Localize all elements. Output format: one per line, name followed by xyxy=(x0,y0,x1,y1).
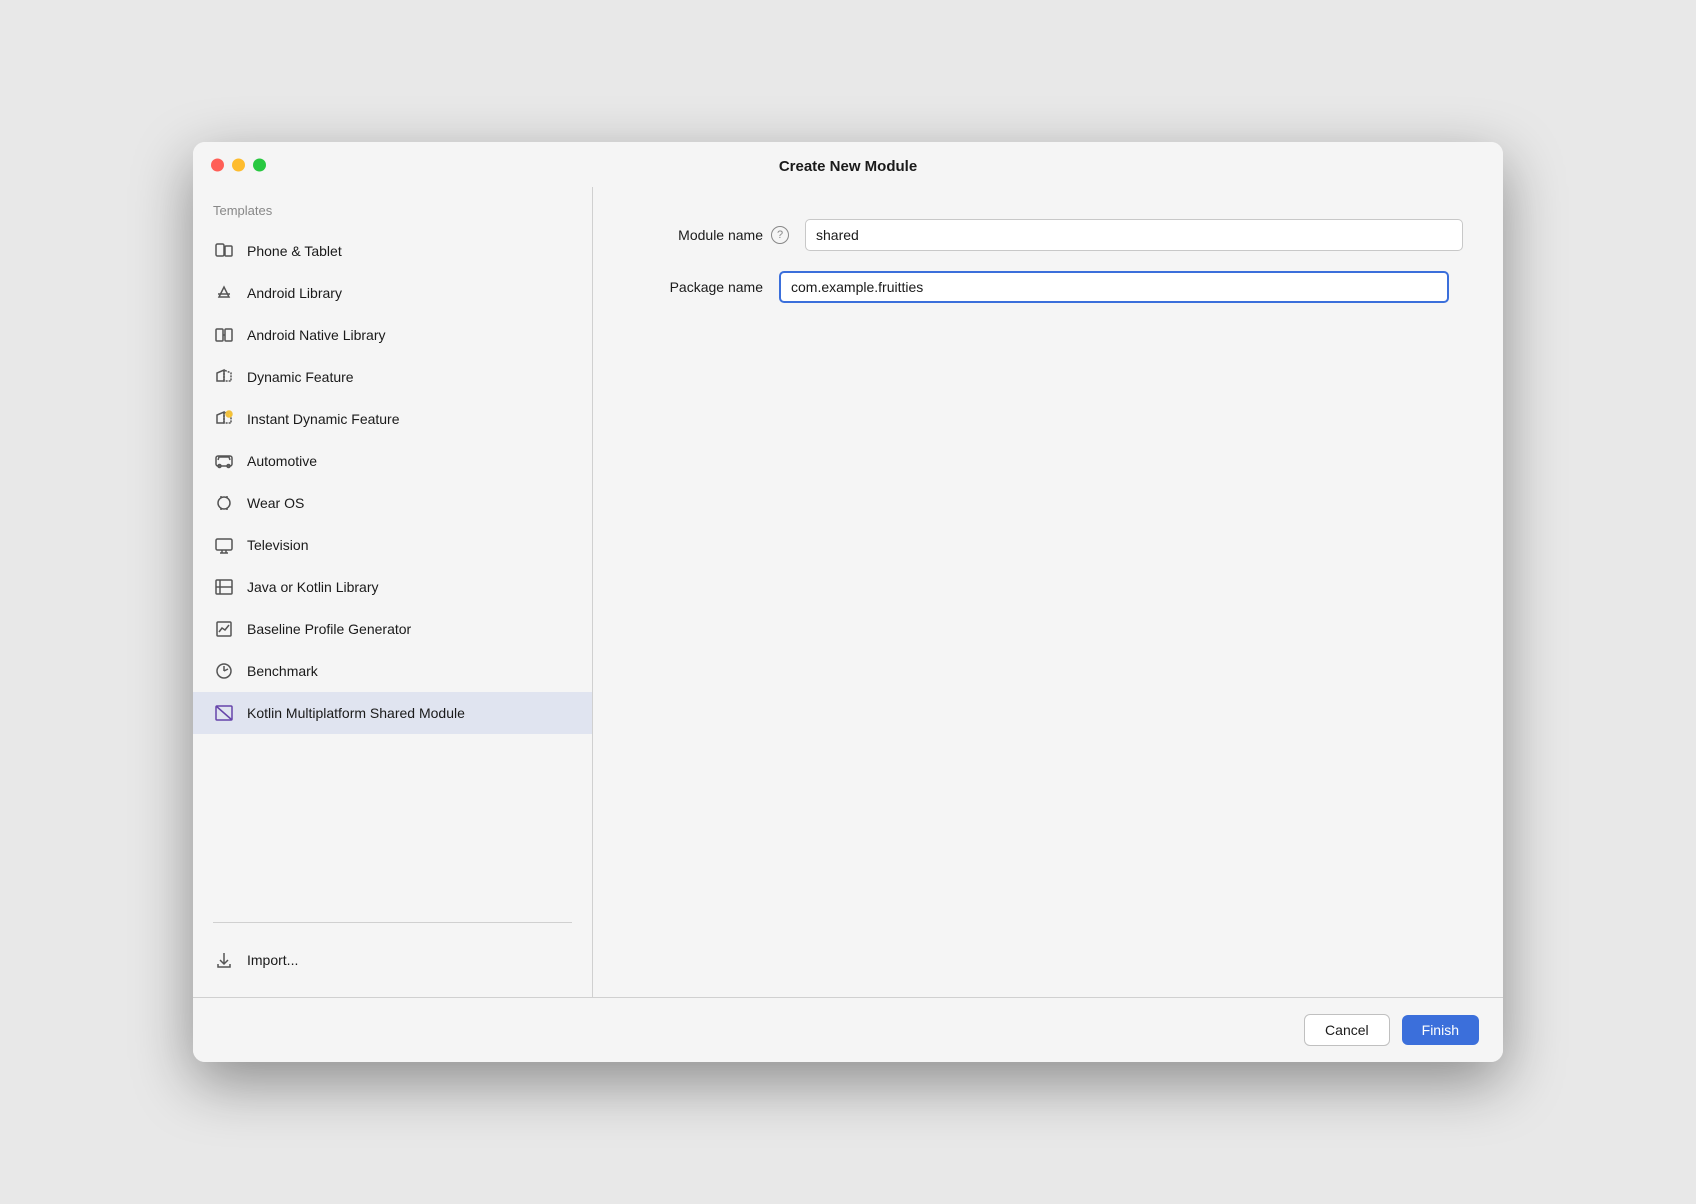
sidebar-item-benchmark-label: Benchmark xyxy=(247,663,318,679)
sidebar-item-import[interactable]: Import... xyxy=(193,939,592,981)
maximize-button[interactable] xyxy=(253,158,266,171)
sidebar-bottom: Import... xyxy=(193,931,592,997)
sidebar-item-television-label: Television xyxy=(247,537,308,553)
sidebar-item-dynamic-feature-label: Dynamic Feature xyxy=(247,369,354,385)
sidebar-item-instant-dynamic-feature[interactable]: ⚡ Instant Dynamic Feature xyxy=(193,398,592,440)
java-kotlin-library-icon xyxy=(213,576,235,598)
templates-label: Templates xyxy=(193,187,592,230)
dynamic-feature-icon xyxy=(213,366,235,388)
module-name-help-icon[interactable]: ? xyxy=(771,226,789,244)
module-name-input[interactable] xyxy=(805,219,1463,251)
phone-tablet-icon xyxy=(213,240,235,262)
sidebar-item-kotlin-multiplatform-label: Kotlin Multiplatform Shared Module xyxy=(247,705,465,721)
dialog-title: Create New Module xyxy=(779,158,917,175)
package-name-label: Package name xyxy=(633,279,763,295)
sidebar: Templates Phone & Tablet xyxy=(193,187,593,997)
sidebar-item-android-native-label: Android Native Library xyxy=(247,327,386,343)
title-bar: Create New Module xyxy=(193,142,1503,187)
sidebar-item-kotlin-multiplatform[interactable]: Kotlin Multiplatform Shared Module xyxy=(193,692,592,734)
sidebar-item-android-library-label: Android Library xyxy=(247,285,342,301)
android-native-library-icon xyxy=(213,324,235,346)
benchmark-icon xyxy=(213,660,235,682)
sidebar-divider xyxy=(213,922,572,923)
package-name-input[interactable] xyxy=(779,271,1449,303)
sidebar-item-benchmark[interactable]: Benchmark xyxy=(193,650,592,692)
create-new-module-dialog: Create New Module Templates Phone & Tabl… xyxy=(193,142,1503,1062)
android-library-icon xyxy=(213,282,235,304)
automotive-icon xyxy=(213,450,235,472)
sidebar-item-android-library[interactable]: Android Library xyxy=(193,272,592,314)
sidebar-items-list: Phone & Tablet Android Library xyxy=(193,230,592,914)
main-content: Module name ? Package name xyxy=(593,187,1503,997)
sidebar-item-instant-dynamic-label: Instant Dynamic Feature xyxy=(247,411,400,427)
sidebar-item-phone-tablet-label: Phone & Tablet xyxy=(247,243,342,259)
instant-dynamic-feature-icon: ⚡ xyxy=(213,408,235,430)
dialog-footer: Cancel Finish xyxy=(193,997,1503,1062)
sidebar-item-import-label: Import... xyxy=(247,952,298,968)
module-name-label: Module name xyxy=(633,227,763,243)
close-button[interactable] xyxy=(211,158,224,171)
sidebar-item-automotive[interactable]: Automotive xyxy=(193,440,592,482)
television-icon xyxy=(213,534,235,556)
package-name-row: Package name xyxy=(633,271,1463,303)
sidebar-item-android-native-library[interactable]: Android Native Library xyxy=(193,314,592,356)
sidebar-item-phone-tablet[interactable]: Phone & Tablet xyxy=(193,230,592,272)
module-name-label-group: Module name ? xyxy=(633,226,789,244)
sidebar-item-baseline-profile[interactable]: Baseline Profile Generator xyxy=(193,608,592,650)
sidebar-item-java-kotlin[interactable]: Java or Kotlin Library xyxy=(193,566,592,608)
sidebar-item-wear-os-label: Wear OS xyxy=(247,495,304,511)
import-icon xyxy=(213,949,235,971)
sidebar-item-television[interactable]: Television xyxy=(193,524,592,566)
sidebar-item-java-kotlin-label: Java or Kotlin Library xyxy=(247,579,379,595)
svg-text:⚡: ⚡ xyxy=(228,413,233,418)
kotlin-multiplatform-icon xyxy=(213,702,235,724)
sidebar-item-baseline-profile-label: Baseline Profile Generator xyxy=(247,621,411,637)
module-name-row: Module name ? xyxy=(633,219,1463,251)
baseline-profile-icon xyxy=(213,618,235,640)
sidebar-item-dynamic-feature[interactable]: Dynamic Feature xyxy=(193,356,592,398)
cancel-button[interactable]: Cancel xyxy=(1304,1014,1390,1046)
sidebar-item-wear-os[interactable]: Wear OS xyxy=(193,482,592,524)
package-name-label-group: Package name xyxy=(633,279,763,295)
window-controls xyxy=(211,158,266,171)
sidebar-item-automotive-label: Automotive xyxy=(247,453,317,469)
minimize-button[interactable] xyxy=(232,158,245,171)
dialog-body: Templates Phone & Tablet xyxy=(193,187,1503,997)
finish-button[interactable]: Finish xyxy=(1402,1015,1479,1045)
wear-os-icon xyxy=(213,492,235,514)
